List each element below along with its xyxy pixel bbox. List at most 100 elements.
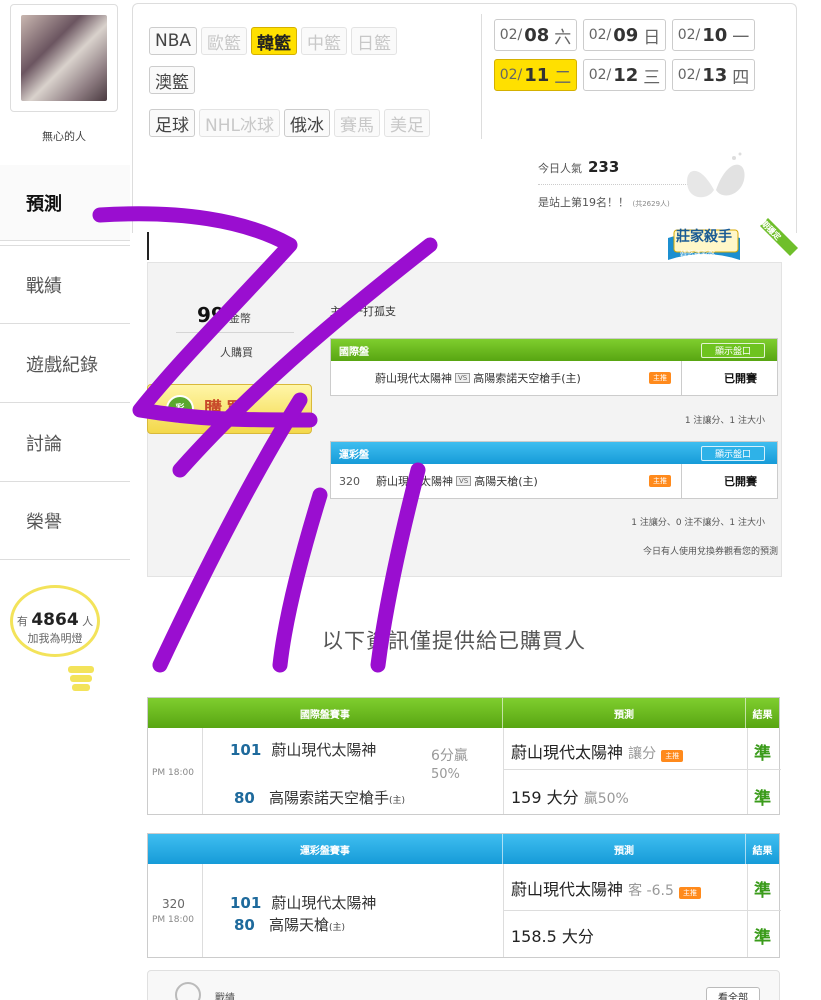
league-tab-row1-0[interactable]: NBA	[149, 27, 198, 55]
nav-label: 戰績	[26, 275, 62, 297]
team-score: 101	[230, 741, 262, 759]
league-row: NBA 歐籃 韓籃 中籃 日籃	[149, 27, 398, 55]
date-day: 12	[613, 64, 639, 86]
see-all-button[interactable]: 看全部	[706, 987, 760, 1000]
date-month: 02/	[588, 27, 612, 43]
divider	[176, 332, 294, 333]
vs-icon: VS	[456, 476, 472, 486]
host-tag: 主推	[649, 475, 671, 487]
game-row: 320 蔚山現代太陽神 VS 高陽天槍(主) 主推 已開賽	[331, 464, 777, 498]
date-tab-4[interactable]: 02/12 三	[583, 59, 666, 91]
voucher-note: 今日有人使用兌換券觀看您的預測	[642, 547, 778, 557]
date-tab-0[interactable]: 02/08 六	[494, 19, 577, 51]
team-row: 101 蔚山現代太陽神	[230, 892, 376, 913]
col-header: 預測	[503, 834, 747, 864]
away-team: 高陽索諾天空槍手(主)	[473, 372, 581, 385]
date-weekday: 二	[554, 67, 572, 88]
nav-item-discuss[interactable]: 討論	[0, 404, 130, 482]
col-header: 國際盤賽事	[148, 698, 503, 728]
lottery-icon: 彩	[166, 395, 194, 423]
league-tab-row3-3[interactable]: 賽馬	[333, 109, 380, 137]
prediction: 蔚山現代太陽神 讓分 主推	[511, 739, 684, 763]
team-score: 80	[234, 916, 255, 934]
result: 準	[754, 881, 771, 901]
table-header: 運彩盤賽事 預測 結果	[148, 834, 779, 864]
date-month: 02/	[499, 67, 523, 83]
fans-prefix: 有	[16, 615, 28, 628]
nav-item-record[interactable]: 戰績	[0, 246, 130, 324]
handicap-line: 6分贏	[431, 748, 468, 764]
col-header: 運彩盤賽事	[148, 834, 503, 864]
purchase-notice: 以下資訊僅提供給已購買人	[322, 629, 586, 653]
nav-item-game-log[interactable]: 遊戲紀錄	[0, 325, 130, 403]
result: 準	[754, 928, 771, 948]
divider	[481, 14, 482, 139]
prediction-total: 159 大分	[511, 788, 579, 807]
league-tab-row3-1[interactable]: NHL冰球	[199, 109, 280, 137]
league-row: 足球 NHL冰球 俄冰 賽馬 美足	[149, 109, 430, 137]
rank-total: (共2629人)	[632, 200, 670, 208]
handicap-percent: 50%	[431, 767, 460, 782]
game-time: PM 18:00	[152, 768, 194, 778]
nav-label: 遊戲紀錄	[26, 354, 98, 376]
nav-item-predict[interactable]: 預測	[0, 165, 130, 241]
league-tab-row2-0[interactable]: 澳籃	[149, 66, 195, 94]
avatar[interactable]	[10, 4, 118, 112]
bet-note: 1 注讓分、1 注大小	[684, 416, 765, 426]
lottery-line-title: 運彩盤	[339, 449, 369, 461]
result: 準	[754, 789, 771, 809]
prediction-team: 蔚山現代太陽神	[511, 743, 624, 762]
text-cursor	[147, 232, 149, 260]
prediction: 蔚山現代太陽神 客 -6.5 主推	[511, 876, 701, 900]
nav-label: 預測	[26, 193, 62, 215]
buy-label: 購買	[204, 399, 248, 420]
home-team: 蔚山現代太陽神	[375, 372, 452, 385]
record-panel	[147, 970, 780, 1000]
league-tab-row3-0[interactable]: 足球	[149, 109, 195, 137]
league-tab-row1-3[interactable]: 中籃	[301, 27, 348, 55]
main-tip: 主推一打孤支	[330, 305, 396, 318]
team-name: 蔚山現代太陽神	[271, 741, 377, 759]
divider	[0, 245, 130, 246]
league-tab-row3-2[interactable]: 俄冰	[283, 109, 330, 137]
lottery-line-table: 運彩盤 顯示盤口 320 蔚山現代太陽神 VS 高陽天槍(主) 主推 已開賽	[330, 441, 778, 499]
team-score: 80	[234, 789, 255, 807]
divider	[538, 184, 698, 185]
home-team: 蔚山現代太陽神	[376, 475, 453, 488]
league-tab-row3-4[interactable]: 美足	[383, 109, 430, 137]
lightbulb-icon	[68, 666, 94, 691]
date-weekday: 一	[732, 27, 750, 48]
date-month: 02/	[677, 67, 701, 83]
buy-button[interactable]: 彩 購買	[147, 384, 312, 434]
rank: 是站上第19名！！ (共2629人)	[538, 194, 670, 210]
date-month: 02/	[677, 27, 701, 43]
team-name: 蔚山現代太陽神	[271, 894, 377, 912]
date-tab-1[interactable]: 02/09 日	[583, 19, 666, 51]
game-code: 320	[339, 474, 360, 488]
team-row: 80 高陽索諾天空槍手(主)	[234, 787, 405, 808]
league-tab-row1-2[interactable]: 韓籃	[251, 27, 298, 55]
record-label: 戰績	[215, 993, 235, 1000]
fans-widget[interactable]: 有 4864 人 加我為明燈	[10, 585, 100, 657]
date-tab-5[interactable]: 02/13 四	[672, 59, 755, 91]
popularity-value: 233	[588, 158, 620, 176]
nav-label: 討論	[26, 433, 62, 455]
fans-label: 加我為明燈	[27, 632, 83, 645]
league-tab-row1-4[interactable]: 日籃	[351, 27, 398, 55]
prediction-total: 158.5 大分	[511, 927, 594, 946]
show-line-button[interactable]: 顯示盤口	[701, 446, 765, 461]
bet-note: 1 注讓分、0 注不讓分、1 注大小	[631, 518, 765, 528]
date-weekday: 六	[554, 27, 572, 48]
date-day: 11	[524, 64, 550, 86]
table-header: 國際盤賽事 預測 結果	[148, 698, 779, 728]
date-tab-2[interactable]: 02/10 一	[672, 19, 755, 51]
buyer-count: 人購買	[220, 346, 253, 359]
league-tab-row1-1[interactable]: 歐籃	[201, 27, 248, 55]
intl-line-title: 國際盤	[339, 346, 369, 358]
nav-item-honor[interactable]: 榮譽	[0, 482, 130, 560]
prediction-type: 客 -6.5	[628, 883, 674, 899]
date-tab-3[interactable]: 02/11 二	[494, 59, 577, 91]
intl-line-table: 國際盤 顯示盤口 蔚山現代太陽神 VS 高陽索諾天空槍手(主) 主推 已開賽	[330, 338, 778, 396]
show-line-button[interactable]: 顯示盤口	[701, 343, 765, 358]
lottery-result-table: 運彩盤賽事 預測 結果 320 PM 18:00 101 蔚山現代太陽神 80 …	[147, 833, 781, 958]
